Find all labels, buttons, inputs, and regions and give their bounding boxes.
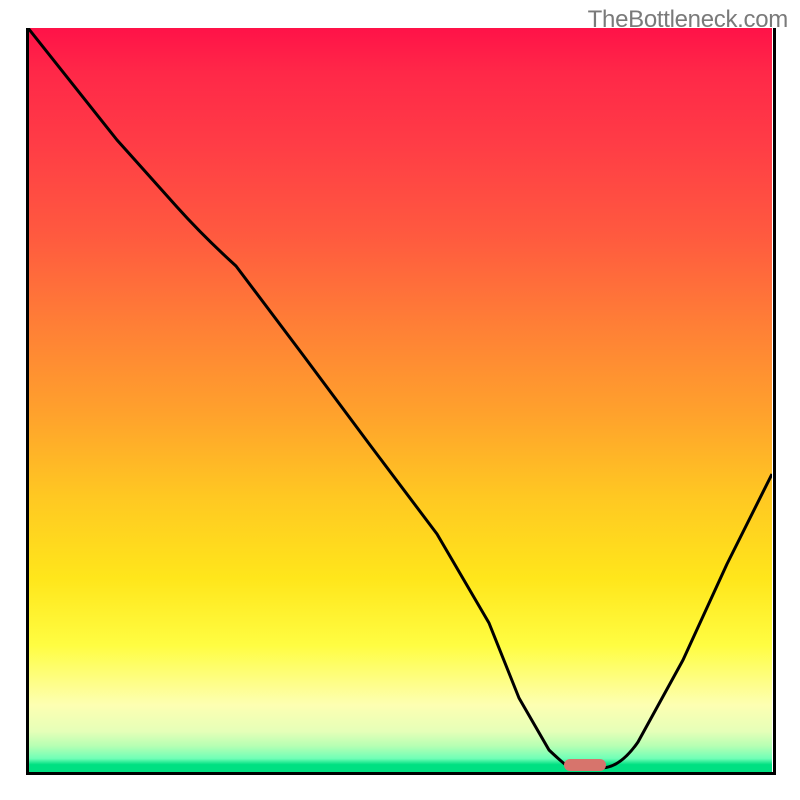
sweet-spot-marker	[564, 759, 606, 771]
plot-area	[28, 28, 772, 772]
chart-stage: TheBottleneck.com	[0, 0, 800, 800]
bottleneck-curve-path	[28, 28, 772, 768]
curve-svg	[28, 28, 772, 772]
watermark-text: TheBottleneck.com	[588, 6, 788, 34]
